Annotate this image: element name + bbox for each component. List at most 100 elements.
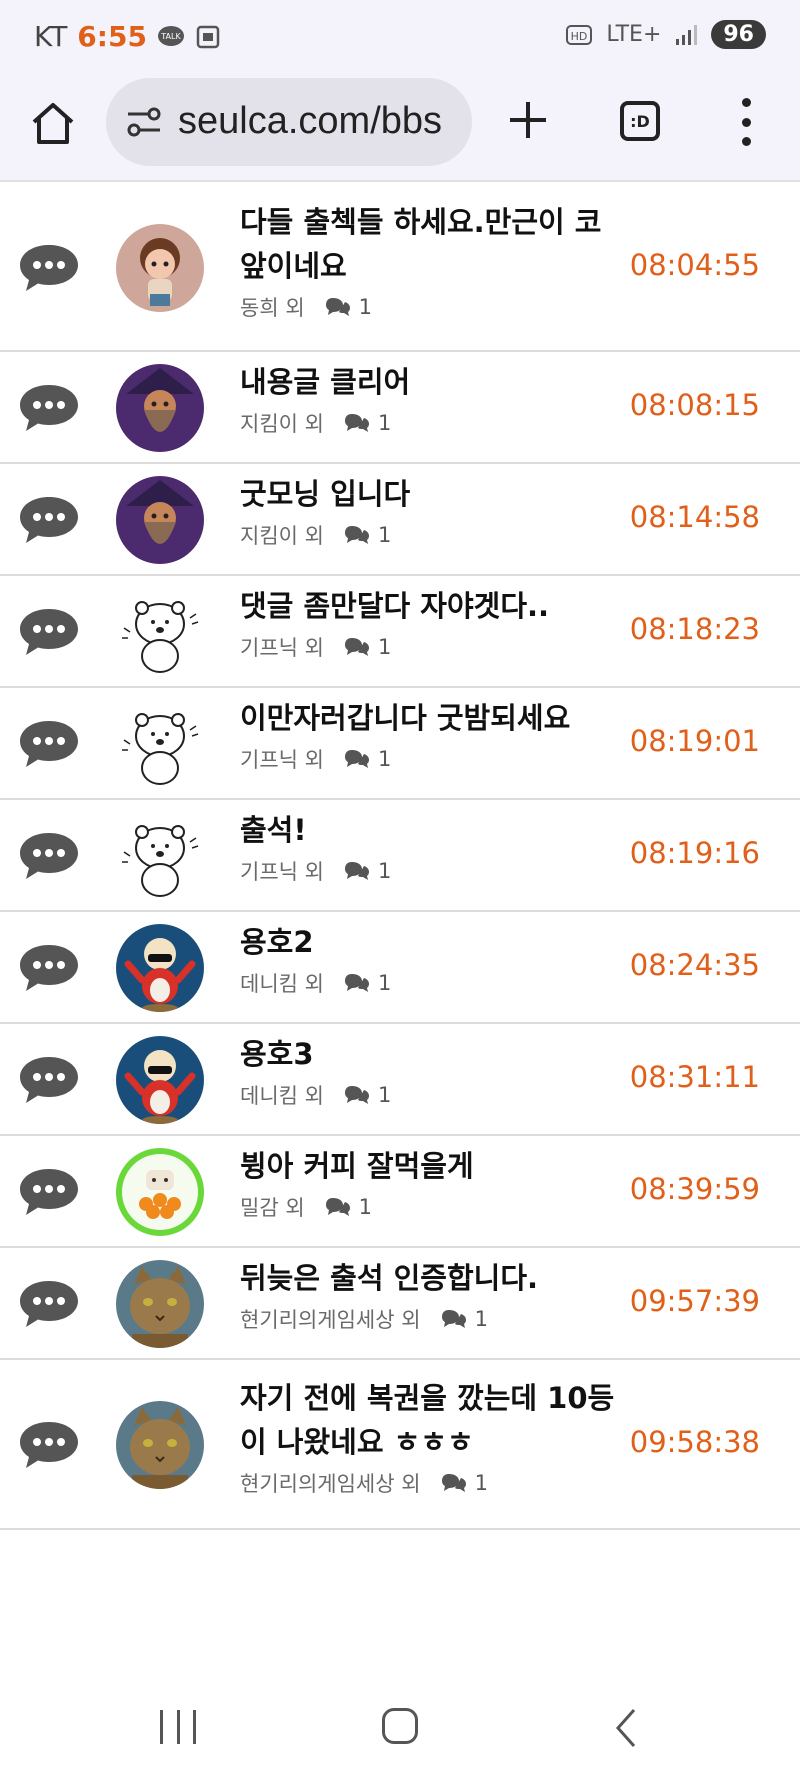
post-title[interactable]: 뒤늦은 출석 인증합니다. — [240, 1256, 620, 1300]
post-row[interactable]: 뷩아 커피 잘먹을게밀감 외 1 08:39:59 — [0, 1136, 800, 1248]
comment-count: 1 — [377, 859, 392, 883]
avatar[interactable] — [116, 1401, 204, 1489]
post-title[interactable]: 용호2 — [240, 920, 620, 964]
post-title[interactable]: 자기 전에 복권을 깠는데 10등이 나왔네요 ㅎㅎㅎ — [240, 1376, 620, 1464]
post-meta: 밀감 외 1 — [240, 1192, 620, 1222]
post-title[interactable]: 다들 출첵들 하세요.만근이 코앞이네요 — [240, 200, 620, 288]
post-row[interactable]: 굿모닝 입니다지킴이 외 1 08:14:58 — [0, 464, 800, 576]
post-time: 08:08:15 — [629, 388, 760, 422]
home-button-icon[interactable] — [382, 1708, 418, 1744]
comment-count-icon — [344, 638, 369, 656]
post-content: 자기 전에 복권을 깠는데 10등이 나왔네요 ㅎㅎㅎ 현기리의게임세상 외 1 — [240, 1376, 620, 1498]
more-menu-icon[interactable] — [734, 98, 758, 146]
post-content: 댓글 좀만달다 자야겟다.. 기프닉 외 1 — [240, 584, 620, 662]
post-content: 이만자러갑니다 굿밤되세요기프닉 외 1 — [240, 696, 620, 774]
post-content: 용호2 데니킴 외 1 — [240, 920, 620, 998]
avatar[interactable] — [116, 924, 204, 1012]
post-title[interactable]: 이만자러갑니다 굿밤되세요 — [240, 696, 620, 740]
avatar[interactable] — [116, 476, 204, 564]
post-row[interactable]: 이만자러갑니다 굿밤되세요기프닉 외 1 08:19:01 — [0, 688, 800, 800]
post-title[interactable]: 댓글 좀만달다 자야겟다.. — [240, 584, 620, 628]
comment-count-icon — [344, 862, 369, 880]
post-list: 다들 출첵들 하세요.만근이 코앞이네요 동희 외 1 08:04:55 내용글 클리어… — [0, 184, 800, 1530]
network-label: LTE+ — [606, 22, 662, 47]
post-title[interactable]: 내용글 클리어 — [240, 360, 620, 404]
chat-bubble-icon — [18, 941, 80, 995]
address-bar[interactable]: seulca.com/bbs — [106, 78, 472, 166]
home-icon[interactable] — [30, 100, 76, 146]
post-meta: 기프닉 외 1 — [240, 856, 620, 886]
post-author: 밀감 외 — [240, 1196, 305, 1220]
carrier-label: KT — [34, 20, 68, 53]
post-content: 굿모닝 입니다지킴이 외 1 — [240, 472, 620, 550]
avatar[interactable] — [116, 812, 204, 900]
talk-notification-icon: TALK — [157, 25, 184, 46]
post-row[interactable]: 용호3 데니킴 외 1 08:31:11 — [0, 1024, 800, 1136]
post-title[interactable]: 뷩아 커피 잘먹을게 — [240, 1144, 620, 1188]
post-author: 지킴이 외 — [240, 524, 324, 548]
post-row[interactable]: 출석! 기프닉 외 1 08:19:16 — [0, 800, 800, 912]
screenshot-notification-icon — [196, 25, 220, 48]
svg-text:HD: HD — [571, 30, 588, 43]
post-time: 08:14:58 — [629, 500, 760, 534]
svg-text:TALK: TALK — [160, 32, 181, 41]
post-author: 데니킴 외 — [240, 1084, 324, 1108]
status-right: HD LTE+ 96 — [566, 20, 766, 49]
post-time: 08:04:55 — [629, 248, 760, 282]
avatar[interactable] — [116, 1260, 204, 1348]
chat-bubble-icon — [18, 1053, 80, 1107]
post-title[interactable]: 굿모닝 입니다 — [240, 472, 620, 516]
post-author: 기프닉 외 — [240, 748, 324, 772]
post-title[interactable]: 출석! — [240, 808, 620, 852]
back-icon[interactable] — [612, 1708, 640, 1748]
tab-switcher-button[interactable]: :D — [620, 101, 660, 141]
comment-count-icon — [344, 414, 369, 432]
comment-count: 1 — [474, 1471, 488, 1495]
post-time: 08:39:59 — [629, 1172, 760, 1206]
hd-voice-icon: HD — [566, 24, 593, 45]
post-meta: 지킴이 외 1 — [240, 520, 620, 550]
chat-bubble-icon — [18, 1165, 80, 1219]
post-author: 현기리의게임세상 외 — [240, 1472, 421, 1496]
comment-count: 1 — [358, 295, 373, 319]
new-tab-icon[interactable] — [508, 100, 548, 140]
post-row[interactable]: 댓글 좀만달다 자야겟다.. 기프닉 외 1 08:18:23 — [0, 576, 800, 688]
post-meta: 기프닉 외 1 — [240, 744, 620, 774]
post-meta: 기프닉 외 1 — [240, 632, 620, 662]
avatar[interactable] — [116, 1036, 204, 1124]
avatar[interactable] — [116, 1148, 204, 1236]
chat-bubble-icon — [18, 605, 80, 659]
post-row[interactable]: 용호2 데니킴 외 1 08:24:35 — [0, 912, 800, 1024]
post-title[interactable]: 용호3 — [240, 1032, 620, 1076]
comment-count: 1 — [377, 635, 392, 659]
signal-icon — [676, 24, 698, 45]
post-author: 지킴이 외 — [240, 412, 324, 436]
post-row[interactable]: 다들 출첵들 하세요.만근이 코앞이네요 동희 외 1 08:04:55 — [0, 184, 800, 352]
avatar[interactable] — [116, 700, 204, 788]
avatar[interactable] — [116, 588, 204, 676]
post-meta: 데니킴 외 1 — [240, 968, 620, 998]
comment-count-icon — [325, 298, 350, 316]
post-time: 08:19:01 — [629, 724, 760, 758]
comment-count: 1 — [377, 1083, 392, 1107]
post-content: 뷩아 커피 잘먹을게밀감 외 1 — [240, 1144, 620, 1222]
comment-count: 1 — [358, 1195, 373, 1219]
comment-count: 1 — [377, 747, 392, 771]
url-text: seulca.com/bbs — [178, 100, 443, 142]
chat-bubble-icon — [18, 717, 80, 771]
comment-count-icon — [441, 1474, 466, 1492]
post-time: 08:19:16 — [629, 836, 760, 870]
post-time: 08:31:11 — [629, 1060, 760, 1094]
chat-bubble-icon — [18, 1418, 80, 1472]
post-content: 뒤늦은 출석 인증합니다. 현기리의게임세상 외 1 — [240, 1256, 620, 1334]
post-row[interactable]: 내용글 클리어 지킴이 외 1 08:08:15 — [0, 352, 800, 464]
avatar[interactable] — [116, 364, 204, 452]
avatar[interactable] — [116, 224, 204, 312]
post-row[interactable]: 뒤늦은 출석 인증합니다. 현기리의게임세상 외 1 09:57:39 — [0, 1248, 800, 1360]
chat-bubble-icon — [18, 829, 80, 883]
post-row[interactable]: 자기 전에 복권을 깠는데 10등이 나왔네요 ㅎㅎㅎ 현기리의게임세상 외 1 09… — [0, 1360, 800, 1530]
comment-count-icon — [344, 1086, 369, 1104]
post-content: 다들 출첵들 하세요.만근이 코앞이네요 동희 외 1 — [240, 200, 620, 322]
site-settings-icon[interactable] — [126, 106, 162, 138]
recent-apps-icon[interactable] — [160, 1710, 196, 1744]
